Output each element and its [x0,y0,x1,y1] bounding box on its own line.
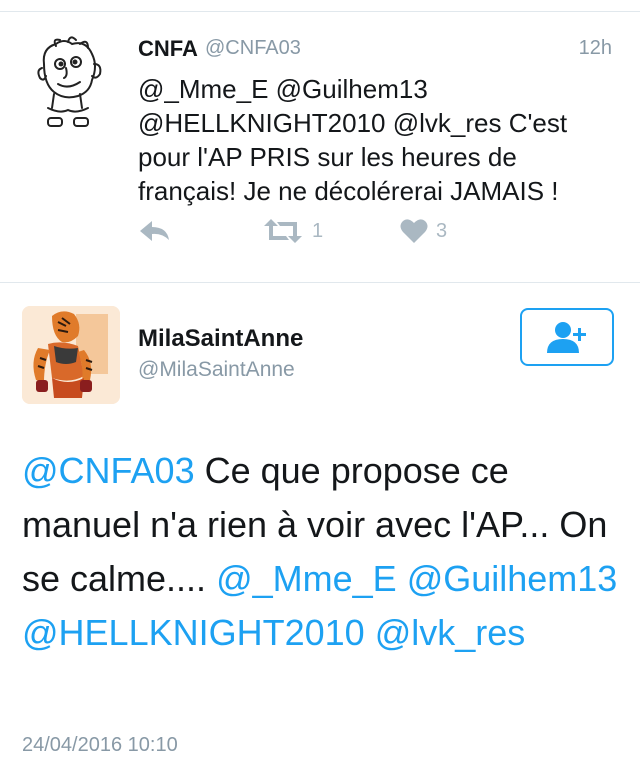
tweet-text: @CNFA03 Ce que propose ce manuel n'a rie… [22,444,632,660]
mention-link[interactable]: @lvk_res [375,612,526,653]
author-handle[interactable]: @MilaSaintAnne [138,358,295,382]
heart-icon [400,219,428,243]
mention-link[interactable]: @_Mme_E [216,558,397,599]
author-name[interactable]: CNFA [138,36,198,62]
mention-link[interactable]: @Guilhem13 [407,558,618,599]
author-name[interactable]: MilaSaintAnne [138,325,303,353]
tweet-text: @_Mme_E @Guilhem13 @HELLKNIGHT2010 @lvk_… [138,74,575,206]
retweet-button[interactable]: 1 [262,218,323,244]
reply-icon [140,221,169,241]
mention-link[interactable]: @CNFA03 [22,450,195,491]
cartoon-head-icon [37,36,102,127]
follow-button[interactable] [520,308,614,366]
tweet-date: 24/04/2016 10:10 [22,734,178,756]
top-divider [0,11,640,12]
author-handle[interactable]: @CNFA03 [205,37,301,60]
mention-link[interactable]: @HELLKNIGHT2010 [22,612,365,653]
add-user-icon [547,322,586,353]
tweet-divider [0,282,640,283]
reply-button[interactable] [138,218,172,244]
milasaintanne-avatar[interactable] [22,306,120,404]
retweet-icon [264,219,302,243]
cnfa-avatar[interactable] [34,34,106,130]
tweet-time: 12h [578,37,612,59]
like-button[interactable]: 3 [400,218,447,244]
like-count: 3 [436,219,448,242]
tiger-character-icon [22,306,120,404]
retweet-count: 1 [312,219,324,242]
